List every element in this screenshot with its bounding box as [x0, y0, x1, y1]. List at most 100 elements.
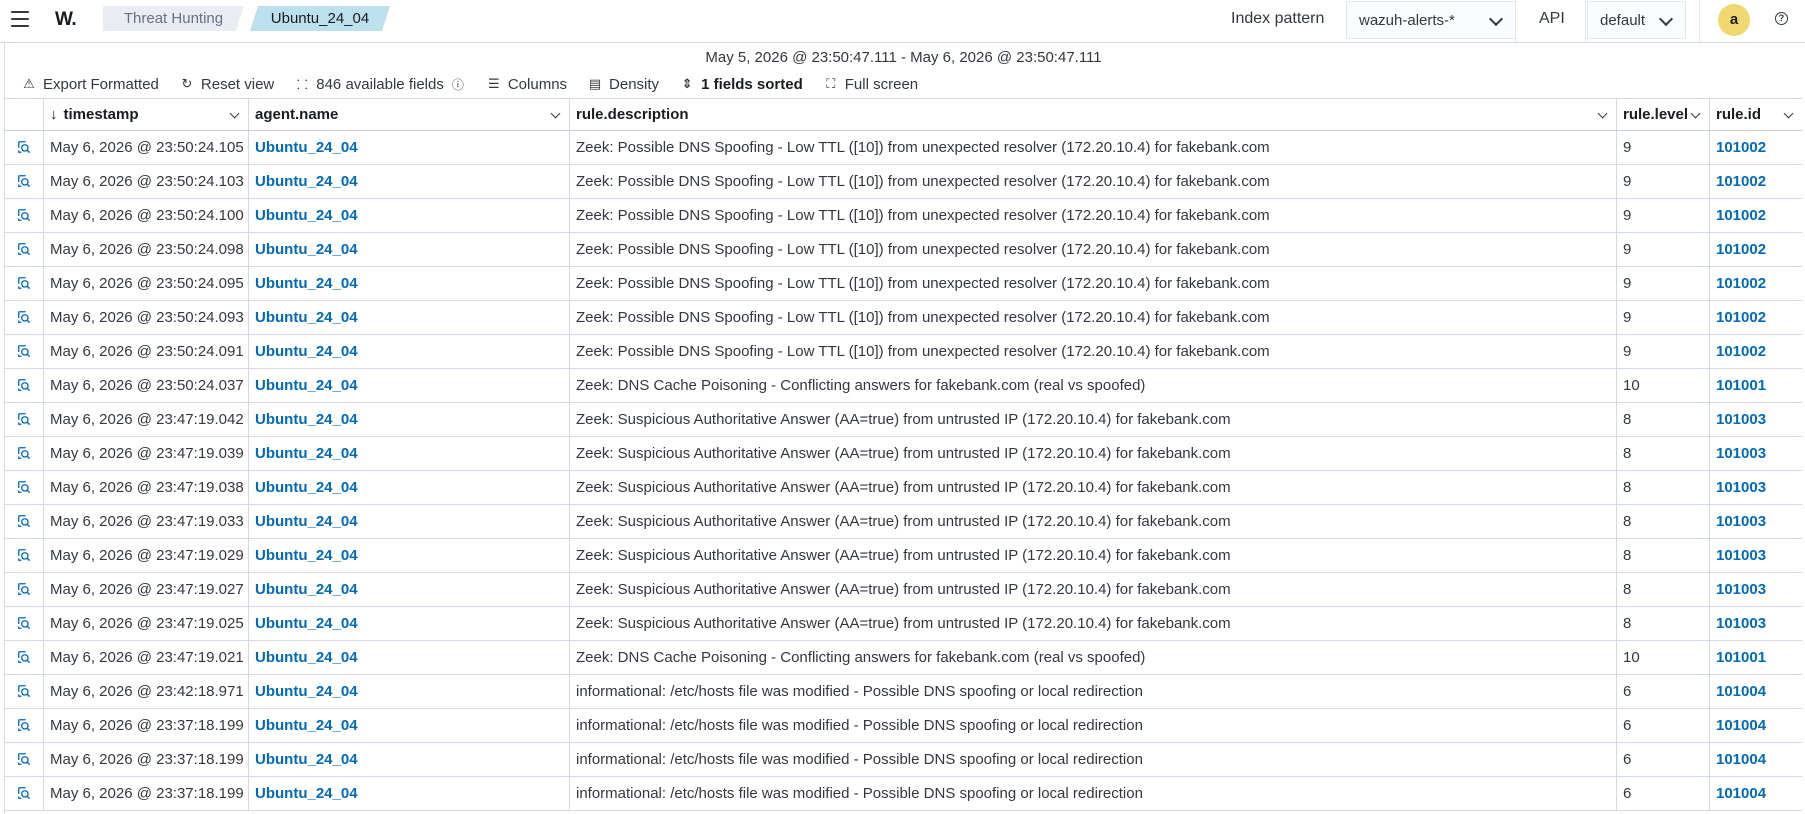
cell-agent-name[interactable]: Ubuntu_24_04: [249, 743, 570, 776]
rule-id-link[interactable]: 101002: [1716, 343, 1766, 360]
cell-agent-name[interactable]: Ubuntu_24_04: [249, 505, 570, 538]
inspect-document-icon[interactable]: [17, 446, 31, 460]
inspect-document-icon[interactable]: [17, 208, 31, 222]
rule-id-link[interactable]: 101003: [1716, 581, 1766, 598]
rule-id-link[interactable]: 101002: [1716, 207, 1766, 224]
chevron-down-icon[interactable]: [1783, 108, 1794, 119]
inspect-document-icon[interactable]: [17, 378, 31, 392]
agent-link[interactable]: Ubuntu_24_04: [255, 785, 358, 802]
cell-agent-name[interactable]: Ubuntu_24_04: [249, 233, 570, 266]
columns-button[interactable]: ☰ Columns: [486, 76, 567, 93]
cell-rule-id[interactable]: 101002: [1710, 267, 1802, 300]
column-header-timestamp[interactable]: ↓ timestamp: [44, 99, 249, 130]
inspect-document-icon[interactable]: [17, 276, 31, 290]
menu-icon[interactable]: [11, 11, 29, 27]
cell-rule-id[interactable]: 101002: [1710, 165, 1802, 198]
agent-link[interactable]: Ubuntu_24_04: [255, 615, 358, 632]
agent-link[interactable]: Ubuntu_24_04: [255, 173, 358, 190]
cell-rule-id[interactable]: 101003: [1710, 437, 1802, 470]
agent-link[interactable]: Ubuntu_24_04: [255, 445, 358, 462]
cell-agent-name[interactable]: Ubuntu_24_04: [249, 267, 570, 300]
app-logo[interactable]: W.: [55, 9, 77, 31]
sort-button[interactable]: ⇕ 1 fields sorted: [679, 76, 803, 93]
cell-agent-name[interactable]: Ubuntu_24_04: [249, 131, 570, 164]
agent-link[interactable]: Ubuntu_24_04: [255, 649, 358, 666]
rule-id-link[interactable]: 101002: [1716, 173, 1766, 190]
cell-agent-name[interactable]: Ubuntu_24_04: [249, 675, 570, 708]
cell-rule-id[interactable]: 101003: [1710, 539, 1802, 572]
rule-id-link[interactable]: 101004: [1716, 683, 1766, 700]
density-button[interactable]: ▤ Density: [587, 76, 659, 93]
cell-agent-name[interactable]: Ubuntu_24_04: [249, 335, 570, 368]
cell-rule-id[interactable]: 101002: [1710, 335, 1802, 368]
agent-link[interactable]: Ubuntu_24_04: [255, 717, 358, 734]
cell-rule-id[interactable]: 101003: [1710, 607, 1802, 640]
avatar[interactable]: a: [1718, 4, 1750, 36]
cell-rule-id[interactable]: 101004: [1710, 675, 1802, 708]
inspect-document-icon[interactable]: [17, 344, 31, 358]
rule-id-link[interactable]: 101002: [1716, 275, 1766, 292]
cell-agent-name[interactable]: Ubuntu_24_04: [249, 403, 570, 436]
agent-link[interactable]: Ubuntu_24_04: [255, 683, 358, 700]
inspect-document-icon[interactable]: [17, 140, 31, 154]
agent-link[interactable]: Ubuntu_24_04: [255, 139, 358, 156]
inspect-document-icon[interactable]: [17, 412, 31, 426]
agent-link[interactable]: Ubuntu_24_04: [255, 241, 358, 258]
inspect-document-icon[interactable]: [17, 650, 31, 664]
chevron-down-icon[interactable]: [229, 108, 240, 119]
inspect-document-icon[interactable]: [17, 582, 31, 596]
inspect-document-icon[interactable]: [17, 174, 31, 188]
cell-rule-id[interactable]: 101002: [1710, 233, 1802, 266]
rule-id-link[interactable]: 101002: [1716, 241, 1766, 258]
cell-rule-id[interactable]: 101002: [1710, 301, 1802, 334]
rule-id-link[interactable]: 101001: [1716, 649, 1766, 666]
rule-id-link[interactable]: 101004: [1716, 751, 1766, 768]
rule-id-link[interactable]: 101002: [1716, 139, 1766, 156]
rule-id-link[interactable]: 101003: [1716, 411, 1766, 428]
cell-rule-id[interactable]: 101001: [1710, 369, 1802, 402]
cell-rule-id[interactable]: 101004: [1710, 777, 1802, 810]
inspect-document-icon[interactable]: [17, 310, 31, 324]
cell-agent-name[interactable]: Ubuntu_24_04: [249, 539, 570, 572]
cell-rule-id[interactable]: 101003: [1710, 505, 1802, 538]
breadcrumb-threat-hunting[interactable]: Threat Hunting: [103, 6, 244, 31]
fullscreen-button[interactable]: ⛶ Full screen: [823, 76, 918, 93]
chevron-down-icon[interactable]: [1690, 108, 1701, 119]
agent-link[interactable]: Ubuntu_24_04: [255, 207, 358, 224]
api-select[interactable]: default: [1587, 1, 1686, 39]
cell-agent-name[interactable]: Ubuntu_24_04: [249, 199, 570, 232]
chevron-down-icon[interactable]: [550, 108, 561, 119]
rule-id-link[interactable]: 101001: [1716, 377, 1766, 394]
agent-link[interactable]: Ubuntu_24_04: [255, 581, 358, 598]
column-header-agent-name[interactable]: agent.name: [249, 99, 570, 130]
cell-agent-name[interactable]: Ubuntu_24_04: [249, 709, 570, 742]
breadcrumb-agent[interactable]: Ubuntu_24_04: [250, 6, 390, 31]
export-button[interactable]: ⚠ Export Formatted: [21, 76, 159, 93]
index-pattern-select[interactable]: wazuh-alerts-*: [1346, 1, 1516, 39]
agent-link[interactable]: Ubuntu_24_04: [255, 275, 358, 292]
cell-agent-name[interactable]: Ubuntu_24_04: [249, 607, 570, 640]
cell-rule-id[interactable]: 101003: [1710, 403, 1802, 436]
cell-rule-id[interactable]: 101002: [1710, 131, 1802, 164]
cell-agent-name[interactable]: Ubuntu_24_04: [249, 437, 570, 470]
inspect-document-icon[interactable]: [17, 616, 31, 630]
agent-link[interactable]: Ubuntu_24_04: [255, 513, 358, 530]
cell-agent-name[interactable]: Ubuntu_24_04: [249, 573, 570, 606]
cell-rule-id[interactable]: 101003: [1710, 471, 1802, 504]
cell-agent-name[interactable]: Ubuntu_24_04: [249, 641, 570, 674]
chevron-down-icon[interactable]: [1597, 108, 1608, 119]
rule-id-link[interactable]: 101004: [1716, 717, 1766, 734]
agent-link[interactable]: Ubuntu_24_04: [255, 751, 358, 768]
inspect-document-icon[interactable]: [17, 242, 31, 256]
cell-agent-name[interactable]: Ubuntu_24_04: [249, 165, 570, 198]
inspect-document-icon[interactable]: [17, 548, 31, 562]
rule-id-link[interactable]: 101002: [1716, 309, 1766, 326]
inspect-document-icon[interactable]: [17, 480, 31, 494]
rule-id-link[interactable]: 101003: [1716, 445, 1766, 462]
rule-id-link[interactable]: 101003: [1716, 479, 1766, 496]
help-icon[interactable]: ?: [1775, 12, 1788, 25]
inspect-document-icon[interactable]: [17, 514, 31, 528]
agent-link[interactable]: Ubuntu_24_04: [255, 411, 358, 428]
cell-rule-id[interactable]: 101003: [1710, 573, 1802, 606]
cell-agent-name[interactable]: Ubuntu_24_04: [249, 471, 570, 504]
